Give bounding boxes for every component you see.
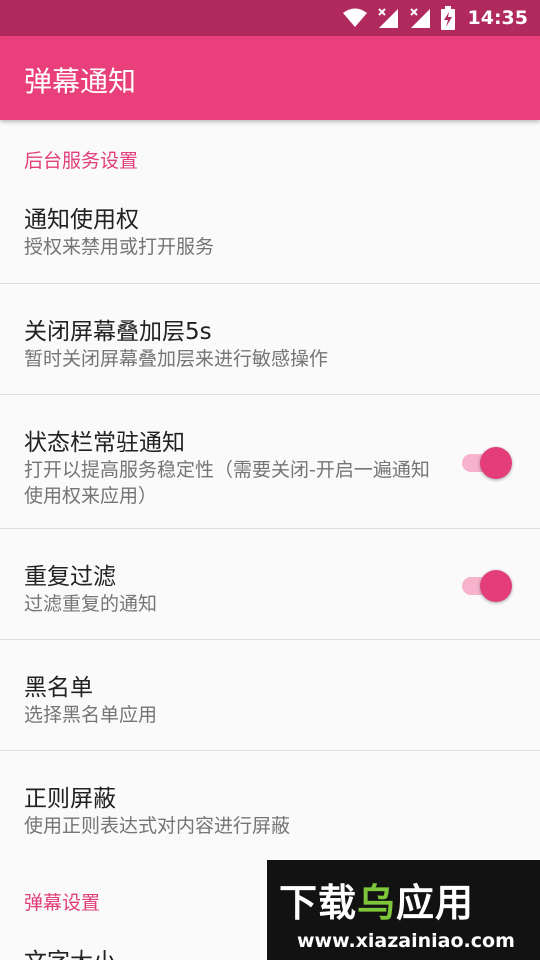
duplicate-filter-switch[interactable]: [462, 565, 512, 605]
watermark-logo-part: 乌: [357, 881, 397, 925]
signal-icon: [409, 8, 430, 28]
switch-thumb: [480, 570, 512, 602]
pref-notification-access[interactable]: 通知使用权 授权来禁用或打开服务: [0, 172, 540, 282]
pref-close-overlay[interactable]: 关闭屏幕叠加层5s 暂时关闭屏幕叠加层来进行敏感操作: [0, 284, 540, 394]
watermark-logo-text: 下载乌应用: [279, 872, 474, 927]
pref-title: 重复过滤: [24, 564, 116, 590]
settings-list[interactable]: 后台服务设置 通知使用权 授权来禁用或打开服务 关闭屏幕叠加层5s 暂时关闭屏幕…: [0, 120, 540, 960]
signal-icon: [377, 8, 398, 28]
pref-summary: 打开以提高服务稳定性（需要关闭-开启一遍通知使用权来应用）: [24, 459, 430, 507]
watermark-logo-part: 下载: [279, 881, 358, 925]
persistent-notification-switch[interactable]: [462, 442, 512, 482]
app-bar: 弹幕通知: [0, 36, 540, 120]
switch-thumb: [480, 447, 512, 479]
watermark-url: www.xiazainiao.com: [297, 930, 515, 952]
pref-duplicate-filter[interactable]: 重复过滤 过滤重复的通知: [0, 529, 540, 639]
pref-summary: 过滤重复的通知: [24, 593, 158, 615]
pref-title: 关闭屏幕叠加层5s: [24, 319, 212, 345]
pref-persistent-notification[interactable]: 状态栏常驻通知 打开以提高服务稳定性（需要关闭-开启一遍通知使用权来应用）: [0, 395, 540, 529]
pref-summary: 暂时关闭屏幕叠加层来进行敏感操作: [24, 348, 329, 370]
section-header-background-service: 后台服务设置: [24, 150, 139, 172]
section-header-danmaku: 弹幕设置: [24, 892, 101, 914]
watermark-logo: 下载乌应用 www.xiazainiao.com: [267, 860, 540, 960]
watermark-logo-part: 应用: [396, 881, 475, 925]
pref-title: 黑名单: [24, 675, 93, 701]
pref-title: 通知使用权: [24, 207, 139, 233]
pref-summary: 授权来禁用或打开服务: [24, 236, 215, 258]
status-time: 14:35: [467, 7, 528, 29]
pref-title: 正则屏蔽: [24, 786, 116, 812]
pref-summary: 选择黑名单应用: [24, 704, 158, 726]
pref-regex-block[interactable]: 正则屏蔽 使用正则表达式对内容进行屏蔽: [0, 751, 540, 861]
wifi-icon: [342, 8, 367, 27]
status-bar: 14:35: [0, 0, 540, 36]
pref-title: 文字大小: [24, 942, 116, 960]
pref-blacklist[interactable]: 黑名单 选择黑名单应用: [0, 640, 540, 750]
status-icons: 14:35: [342, 0, 528, 36]
page-title: 弹幕通知: [24, 65, 137, 98]
battery-charging-icon: [440, 6, 455, 30]
pref-summary: 使用正则表达式对内容进行屏蔽: [24, 815, 291, 837]
pref-title: 状态栏常驻通知: [24, 430, 185, 456]
